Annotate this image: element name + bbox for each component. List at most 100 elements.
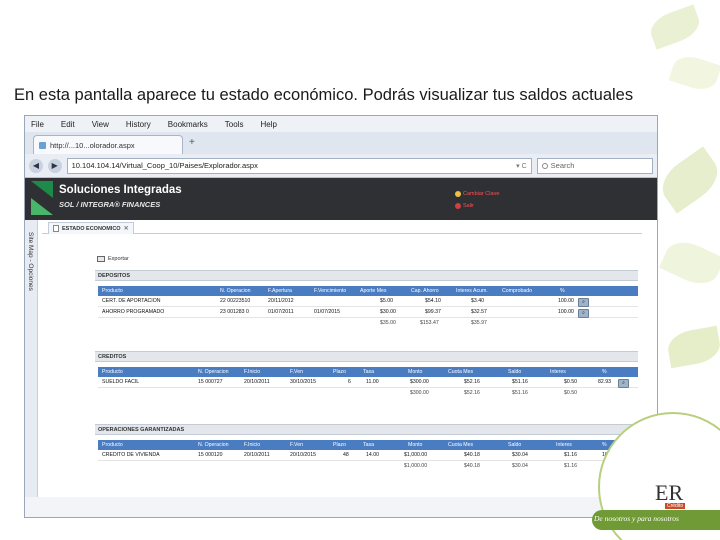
column-header: F.Ven [290, 369, 303, 375]
total-monto: $1,000.00 [404, 463, 428, 469]
column-header: Producto [102, 369, 123, 375]
new-tab-button[interactable]: + [189, 137, 195, 148]
menu-bookmarks[interactable]: Bookmarks [168, 120, 208, 129]
menu-history[interactable]: History [126, 120, 151, 129]
column-header: Monto [408, 442, 423, 448]
section-title: CREDITOS [95, 351, 638, 362]
cell-producto: CERT. DE APORTACION [102, 298, 161, 304]
browser-window: File Edit View History Bookmarks Tools H… [24, 115, 658, 518]
change-password-link[interactable]: Cambiar Clave [455, 191, 499, 197]
document-icon [53, 225, 59, 232]
grid-header-row: Producto N. Operacion F.Inicio F.Ven Pla… [98, 440, 638, 450]
cell-tasa: 14.00 [366, 452, 379, 458]
cell-plazo: 48 [343, 452, 349, 458]
cell-aporte: $5.00 [380, 298, 393, 304]
browser-tab[interactable]: http://...10...olorador.aspx [33, 135, 183, 154]
column-header: Aporte Mes [360, 288, 387, 294]
table-row[interactable]: SUELDO FACIL 15 000727 20/10/2011 30/10/… [98, 377, 638, 388]
cell-plazo: 6 [348, 379, 351, 385]
garantizadas-section: OPERACIONES GARANTIZADAS Producto N. Ope… [95, 424, 638, 471]
app-header: Soluciones Integradas SOL / INTEGRA® FIN… [25, 178, 657, 220]
menu-file[interactable]: File [31, 120, 44, 129]
column-header: Saldo [508, 442, 522, 448]
partner-tagline: De nosotros y para nosotros [594, 514, 679, 523]
column-header: Monto [408, 369, 423, 375]
column-header: F.Apertura [268, 288, 292, 294]
cell-saldo: $30.04 [512, 452, 528, 458]
tab-estado-economico[interactable]: ESTADO ECONOMICO ✕ [48, 222, 134, 234]
cell-producto: CREDITO DE VIVIENDA [102, 452, 160, 458]
browser-search-input[interactable]: Search [536, 157, 654, 174]
content-tabbar: ESTADO ECONOMICO ✕ [42, 221, 642, 234]
cell-interes: $3.40 [471, 298, 484, 304]
menu-view[interactable]: View [92, 120, 109, 129]
cell-producto: SUELDO FACIL [102, 379, 140, 385]
column-header: Tasa [363, 442, 374, 448]
detail-button[interactable]: ⌕ [618, 379, 629, 388]
url-field[interactable]: 10.104.104.14/Virtual_Coop_10/Paises/Exp… [66, 157, 532, 174]
column-header: F.Vencimiento [314, 288, 347, 294]
detail-button[interactable]: ⌕ [578, 298, 589, 307]
section-title: DEPOSITOS [95, 270, 638, 281]
section-title: OPERACIONES GARANTIZADAS [95, 424, 638, 435]
column-header: N. Operacion [198, 369, 229, 375]
slide-caption: En esta pantalla aparece tu estado econó… [14, 86, 634, 104]
column-header: F.Inicio [244, 442, 261, 448]
cell-porcentaje: 100.00 [558, 309, 574, 315]
cell-apertura: 01/07/2011 [268, 309, 294, 315]
exit-link[interactable]: Salir [455, 203, 474, 209]
menu-tools[interactable]: Tools [225, 120, 244, 129]
column-header: Producto [102, 442, 123, 448]
total-interes: $1.16 [564, 463, 577, 469]
column-header: Plazo [333, 442, 346, 448]
total-cuota: $40.18 [464, 463, 480, 469]
depositos-section: DEPOSITOS Producto N. Operacion F.Apertu… [95, 270, 638, 328]
column-header: % [560, 288, 565, 294]
site-map-sidebar[interactable]: Site Map - Opciones [25, 220, 38, 497]
table-row[interactable]: CREDITO DE VIVIENDA 15 000120 20/10/2011… [98, 450, 638, 461]
decorative-leaf [653, 146, 720, 214]
column-header: Interes Acum. [456, 288, 488, 294]
cell-capital: $54.10 [425, 298, 441, 304]
cell-apertura: 20/11/2012 [268, 298, 294, 304]
partner-logo-tag: Crédito [665, 503, 686, 509]
table-row[interactable]: AHORRO PROGRAMADO 23 001283 0 01/07/2011… [98, 307, 638, 318]
column-header: F.Inicio [244, 369, 261, 375]
cell-operacion: 15 000120 [198, 452, 223, 458]
export-button[interactable]: Exportar [97, 256, 129, 262]
address-bar: ◀ ▶ 10.104.104.14/Virtual_Coop_10/Paises… [25, 154, 657, 178]
detail-button[interactable]: ⌕ [578, 309, 589, 318]
column-header: Comprobado [502, 288, 532, 294]
cell-monto: $1,000.00 [404, 452, 428, 458]
totals-row: $35.00 $153.47 $35.97 [98, 318, 638, 328]
cell-inicio: 20/10/2011 [244, 379, 270, 385]
forward-button[interactable]: ▶ [47, 158, 62, 173]
browser-menubar: File Edit View History Bookmarks Tools H… [25, 116, 657, 132]
decorative-leaf [646, 4, 704, 50]
creditos-section: CREDITOS Producto N. Operacion F.Inicio … [95, 351, 638, 398]
total-saldo: $30.04 [512, 463, 528, 469]
column-header: Cuota Mes [448, 369, 474, 375]
cell-porcentaje: 100.00 [558, 298, 574, 304]
total-aporte: $35.00 [380, 320, 396, 326]
cell-interes: $0.50 [564, 379, 577, 385]
back-button[interactable]: ◀ [29, 158, 43, 173]
brand-logo-icon [31, 181, 53, 215]
total-saldo: $51.16 [512, 390, 528, 396]
menu-help[interactable]: Help [260, 120, 276, 129]
reload-icon[interactable]: ▾ C [516, 162, 527, 170]
depositos-grid: Producto N. Operacion F.Apertura F.Venci… [98, 286, 638, 328]
search-placeholder: Search [550, 161, 575, 170]
close-tab-icon[interactable]: ✕ [124, 225, 129, 232]
garantizadas-grid: Producto N. Operacion F.Inicio F.Ven Pla… [98, 440, 638, 471]
total-monto: $300.00 [410, 390, 429, 396]
totals-row: $300.00 $52.16 $51.16 $0.50 [98, 388, 638, 398]
cell-tasa: 11.00 [366, 379, 379, 385]
table-row[interactable]: CERT. DE APORTACION 22 00223510 20/11/20… [98, 296, 638, 307]
decorative-leaf [659, 234, 720, 292]
cell-porcentaje: 82.93 [598, 379, 611, 385]
cell-vencimiento: 30/10/2015 [290, 379, 316, 385]
cell-producto: AHORRO PROGRAMADO [102, 309, 165, 315]
cell-interes: $1.16 [564, 452, 577, 458]
menu-edit[interactable]: Edit [61, 120, 75, 129]
